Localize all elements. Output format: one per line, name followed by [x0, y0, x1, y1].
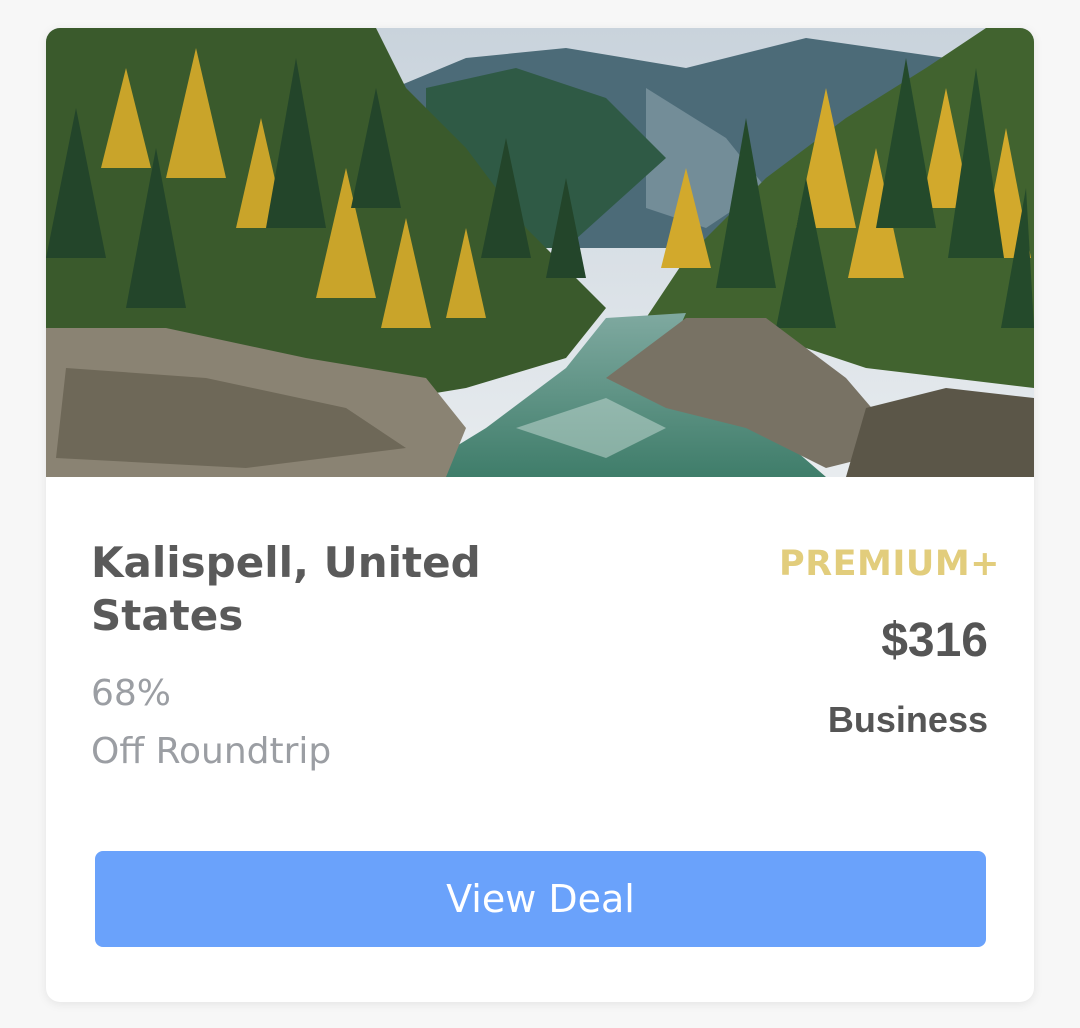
- view-deal-button[interactable]: View Deal: [95, 851, 986, 947]
- discount-label: Off Roundtrip: [91, 731, 332, 772]
- premium-badge: PREMIUM+: [779, 544, 1000, 584]
- cabin-class: Business: [827, 699, 988, 740]
- destination-photo: [46, 28, 1034, 477]
- destination-title: Kalispell, United States: [91, 538, 481, 640]
- deal-price: $316: [881, 614, 988, 667]
- discount-percent: 68%: [91, 673, 172, 714]
- deal-card[interactable]: Kalispell, United States 68% Off Roundtr…: [46, 28, 1034, 1002]
